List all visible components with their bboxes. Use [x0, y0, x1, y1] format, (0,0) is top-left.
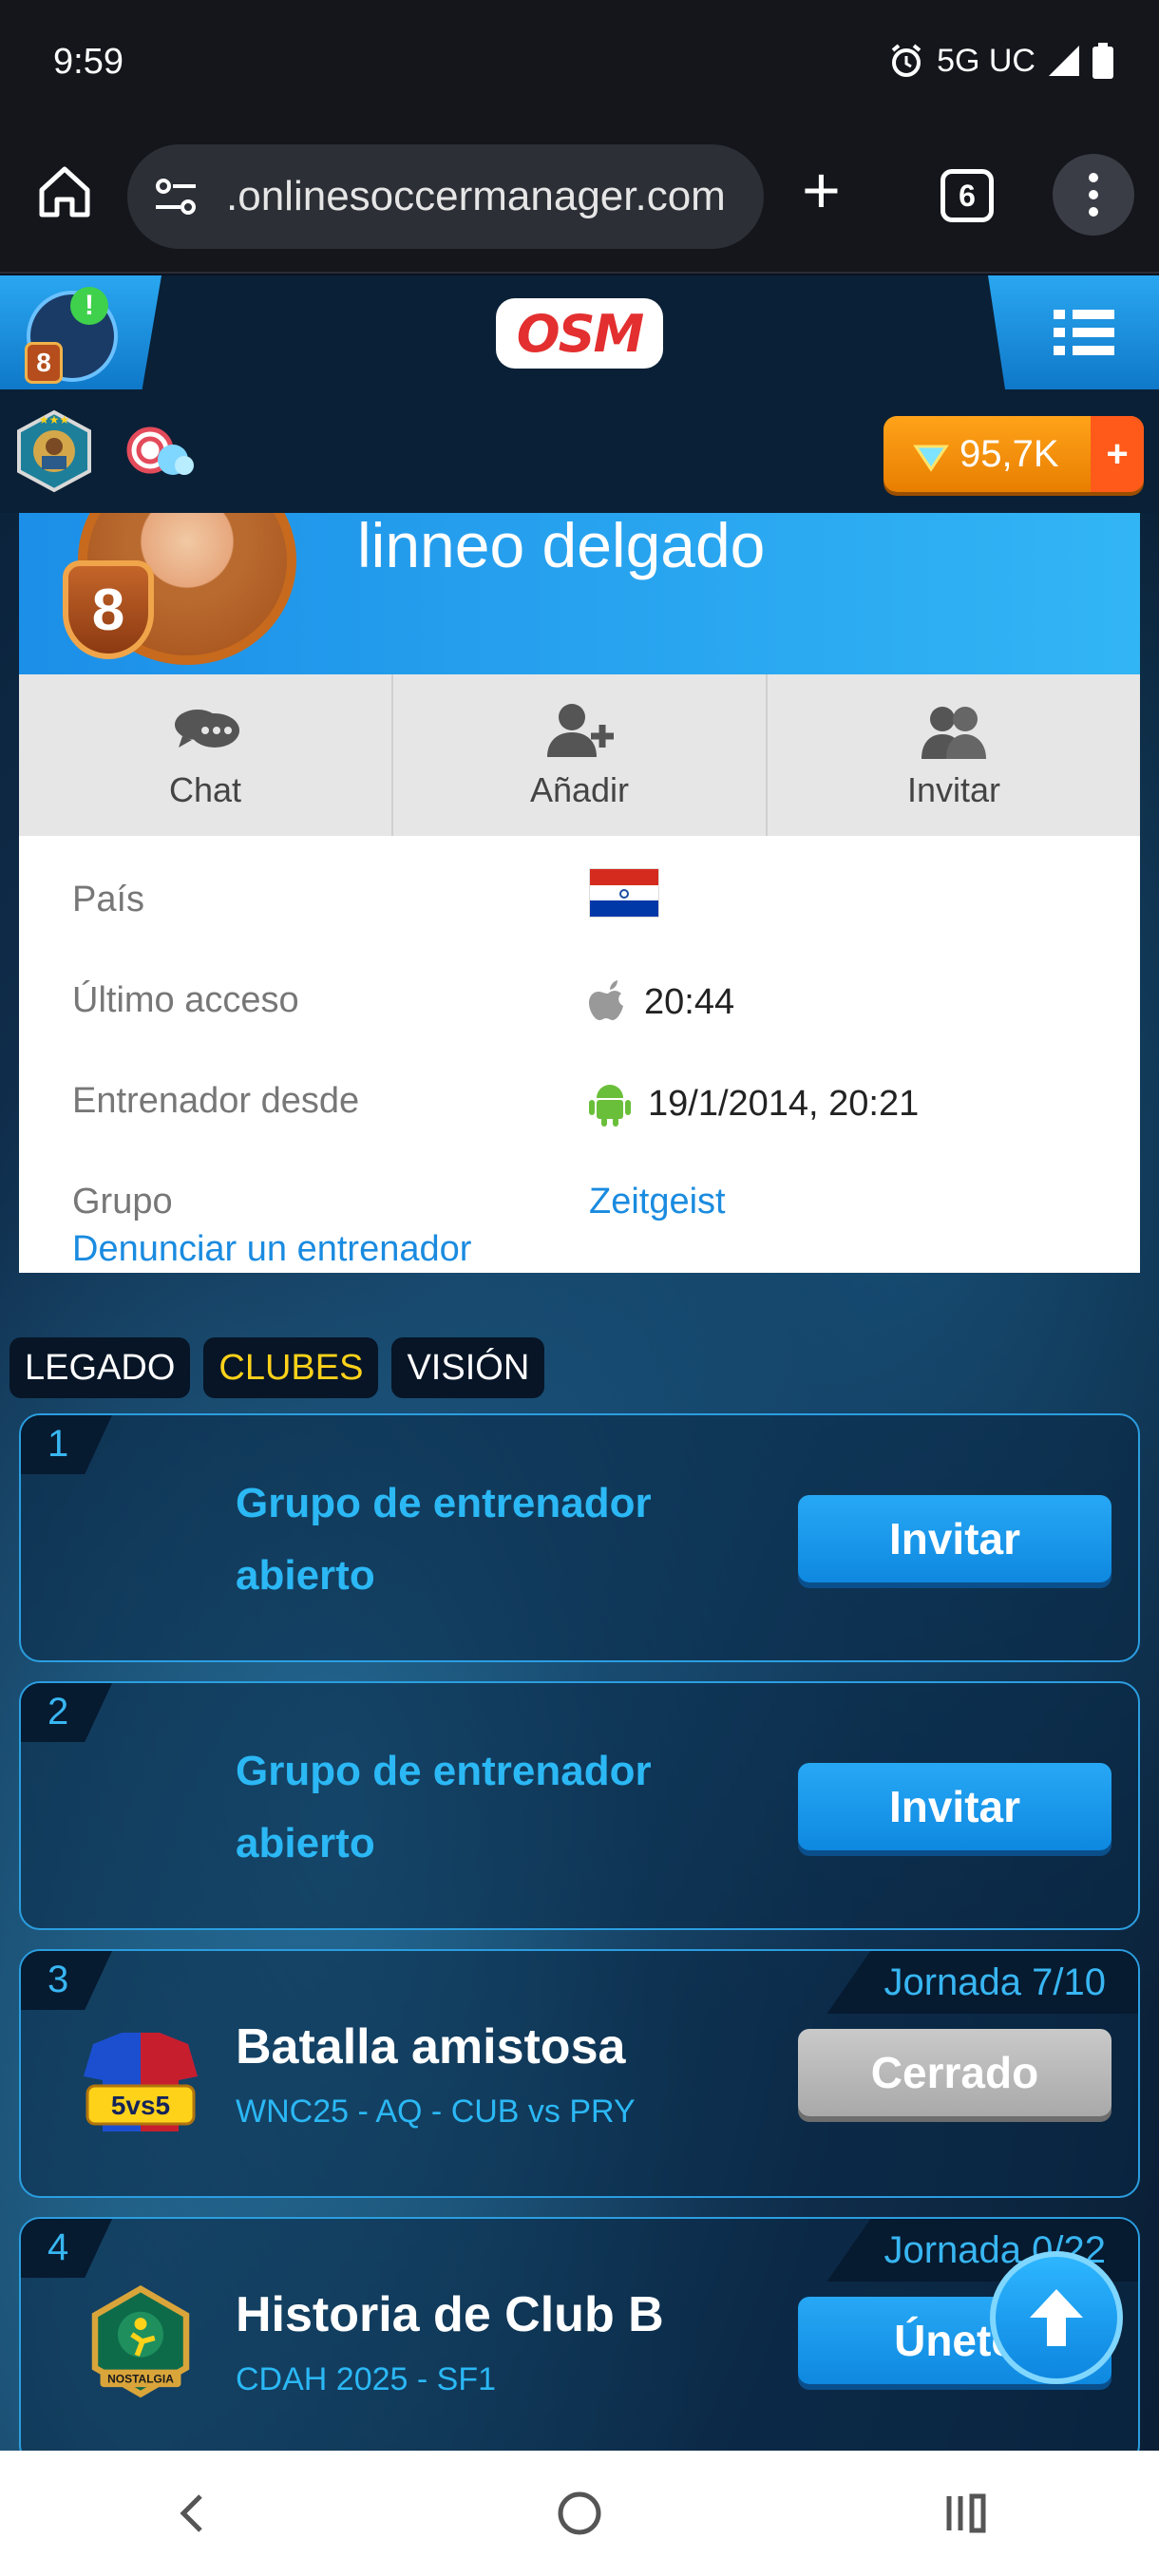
slot-title: Historia de Club B	[236, 2287, 664, 2342]
targets-icon[interactable]	[122, 418, 198, 484]
closed-button[interactable]: Cerrado	[798, 2029, 1112, 2116]
last-access-value: 20:44	[589, 980, 734, 1024]
site-settings-icon[interactable]	[150, 171, 201, 222]
scroll-top-button[interactable]	[990, 2251, 1123, 2384]
country-value	[589, 868, 659, 918]
coach-since-date: 19/1/2014, 20:21	[648, 1083, 920, 1124]
club-slot-card: 2 Grupo de entrenador abierto Invitar	[19, 1681, 1140, 1930]
slot-index: 1	[21, 1415, 112, 1474]
manager-level: 8	[25, 342, 63, 384]
recents-icon[interactable]	[938, 2485, 995, 2542]
invite-slot-button[interactable]: Invitar	[798, 1495, 1112, 1582]
menu-list-button[interactable]	[988, 275, 1159, 389]
new-tab-icon[interactable]: +	[802, 157, 841, 223]
alarm-icon	[891, 44, 922, 77]
slot-title-line1: Grupo de entrenador	[236, 1480, 652, 1526]
coins-value: 95,7K	[960, 432, 1059, 475]
android-icon	[589, 1085, 631, 1127]
invite-slot-button[interactable]: Invitar	[798, 1763, 1112, 1850]
osm-logo[interactable]: OSM	[496, 298, 663, 369]
profile-name: linneo delgado	[357, 513, 766, 580]
group-link[interactable]: Zeitgeist	[589, 1182, 726, 1222]
buy-coins-button[interactable]: +	[1091, 416, 1144, 492]
slot-index: 3	[21, 1951, 112, 2010]
club-slot-card: 1 Grupo de entrenador abierto Invitar	[19, 1413, 1140, 1662]
browser-menu-button[interactable]	[1053, 154, 1134, 236]
round-indicator: Jornada 7/10	[826, 1951, 1138, 2014]
slot-index: 4	[21, 2219, 112, 2278]
url-text: .onlinesoccermanager.com	[226, 173, 726, 219]
invite-label: Invitar	[906, 770, 1001, 809]
home-icon[interactable]	[34, 161, 95, 222]
tab-switcher-button[interactable]: 6	[940, 169, 994, 222]
osm-header: ! 8 OSM ★★★ 95,7K +	[0, 275, 1159, 513]
battery-icon	[1092, 43, 1113, 79]
badge-icon-text: NOSTALGIA	[107, 2372, 174, 2385]
chat-button[interactable]: Chat	[19, 674, 393, 836]
slot-title: Batalla amistosa	[236, 2019, 626, 2074]
slot-title-line2: abierto	[236, 1820, 375, 1866]
profile-actions: Chat Añadir Invitar	[19, 674, 1140, 836]
invite-button[interactable]: Invitar	[768, 674, 1140, 836]
paraguay-flag-icon	[589, 868, 659, 918]
list-icon	[1054, 310, 1114, 355]
invite-users-icon	[922, 707, 986, 759]
last-access-label: Último acceso	[72, 980, 299, 1020]
coach-since-label: Entrenador desde	[72, 1081, 360, 1121]
country-label: País	[72, 880, 145, 919]
trophy-icon[interactable]: ★★★	[13, 408, 95, 494]
coins-counter[interactable]: 95,7K +	[884, 416, 1144, 492]
report-coach-link[interactable]: Denunciar un entrenador	[72, 1229, 471, 1270]
club-slot-card: 3 Jornada 7/10 5vs5 Batalla amistosa WNC…	[19, 1949, 1140, 2198]
apple-icon	[589, 980, 623, 1020]
profile-tabs: LEGADO CLUBES VISIÓN	[10, 1337, 545, 1398]
signal-icon	[1049, 46, 1079, 76]
svg-text:★★★: ★★★	[39, 413, 69, 426]
browser-toolbar: .onlinesoccermanager.com + 6	[0, 133, 1159, 274]
profile-banner: 8 linneo delgado	[19, 513, 1140, 674]
tab-legado[interactable]: LEGADO	[10, 1337, 191, 1398]
group-label: Grupo	[72, 1182, 173, 1222]
slot-subtitle: CDAH 2025 - SF1	[236, 2361, 496, 2397]
coach-since-value: 19/1/2014, 20:21	[589, 1081, 919, 1127]
notification-icon: !	[70, 287, 108, 325]
profile-info: País Último acceso 20:44 Entrenador desd…	[19, 836, 1140, 1273]
coin-icon	[913, 445, 949, 472]
status-time: 9:59	[53, 42, 124, 82]
chat-label: Chat	[168, 770, 242, 809]
slot-subtitle: WNC25 - AQ - CUB vs PRY	[236, 2093, 636, 2130]
slot-title-line2: abierto	[236, 1552, 375, 1599]
network-label: 5G UC	[937, 42, 1036, 79]
chat-icon	[175, 710, 239, 748]
status-icons: 5G UC	[887, 42, 1113, 80]
last-access-time: 20:44	[644, 981, 735, 1022]
add-label: Añadir	[529, 770, 630, 809]
system-nav-bar	[0, 2451, 1159, 2576]
tab-clubes[interactable]: CLUBES	[203, 1337, 379, 1398]
back-icon[interactable]	[164, 2485, 221, 2542]
club-slot-card: 4 Jornada 0/22 NOSTALGIA Historia de Clu…	[19, 2217, 1140, 2451]
status-bar: 9:59 5G UC	[0, 0, 1159, 133]
avatar-level-badge: 8	[63, 560, 154, 659]
add-user-icon	[547, 704, 614, 757]
5vs5-battle-icon: 5vs5	[84, 2033, 198, 2131]
manager-badge[interactable]: ! 8	[25, 287, 118, 384]
address-bar[interactable]: .onlinesoccermanager.com	[127, 144, 764, 249]
slot-title-line1: Grupo de entrenador	[236, 1748, 652, 1794]
add-friend-button[interactable]: Añadir	[393, 674, 768, 836]
nostalgia-badge-icon: NOSTALGIA	[91, 2285, 190, 2398]
tab-count: 6	[959, 178, 976, 213]
game-view: ! 8 OSM ★★★ 95,7K + 8 linneo delgado Cha…	[0, 275, 1159, 2451]
arrow-up-icon	[1030, 2289, 1083, 2346]
tab-vision[interactable]: VISIÓN	[391, 1337, 545, 1398]
battle-icon-text: 5vs5	[111, 2091, 170, 2120]
slot-index: 2	[21, 1683, 112, 1742]
home-circle-icon[interactable]	[551, 2485, 608, 2542]
